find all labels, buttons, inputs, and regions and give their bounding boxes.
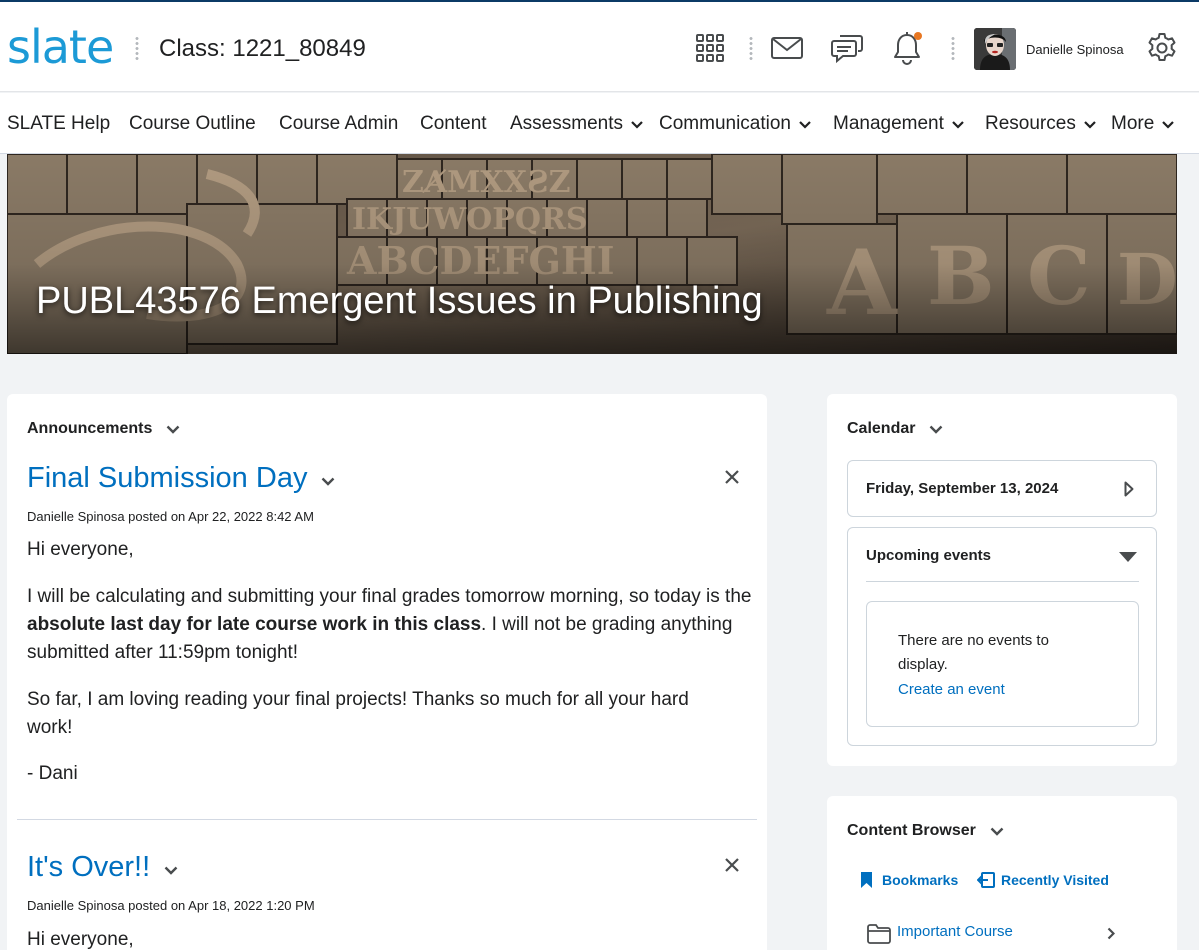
nav-item-content[interactable]: Content [420, 113, 487, 135]
content-module-label[interactable]: Important Course [897, 923, 1013, 940]
announcement-signoff: - Dani [27, 763, 78, 784]
announcement-title-link[interactable]: Final Submission Day [27, 462, 335, 495]
widget-title: Calendar [847, 420, 916, 437]
calendar-header[interactable]: Calendar [847, 420, 943, 438]
separator-dots [135, 36, 139, 62]
divider [866, 581, 1139, 582]
recently-visited-label: Recently Visited [1001, 872, 1109, 888]
notification-bell-icon[interactable] [887, 28, 927, 68]
folder-icon [867, 924, 891, 944]
selected-date: Friday, September 13, 2024 [866, 480, 1059, 497]
separator-dots [749, 36, 753, 62]
banner-image: ZA̸MXXƧZ IKJUWOPQRS ABCDEFGHI A B C D [7, 154, 1177, 354]
chevron-down-icon [952, 121, 964, 129]
create-event-link[interactable]: Create an event [898, 681, 1005, 698]
announcement-title-link[interactable]: It's Over!! [27, 851, 178, 884]
chevron-down-icon [799, 121, 811, 129]
separator-dots [951, 36, 955, 62]
announcement-title: Final Submission Day [27, 462, 308, 494]
nav-item-assessments[interactable]: Assessments [510, 113, 643, 135]
nav-item-label: Assessments [510, 113, 623, 134]
settings-gear-icon[interactable] [1142, 28, 1182, 68]
class-title: Class: 1221_80849 [159, 35, 366, 62]
caret-down-icon[interactable] [1119, 552, 1137, 562]
user-name[interactable]: Danielle Spinosa [1026, 42, 1124, 57]
bookmarks-label: Bookmarks [882, 872, 959, 888]
upcoming-events-heading[interactable]: Upcoming events [866, 547, 991, 564]
announcement-paragraph: So far, I am loving reading your final p… [27, 689, 689, 738]
nav-item-course-outline[interactable]: Course Outline [129, 113, 256, 135]
notification-dot [914, 32, 922, 40]
course-navbar: SLATE Help Course Outline Course Admin C… [0, 93, 1199, 154]
calendar-date-selector[interactable]: Friday, September 13, 2024 [847, 460, 1157, 517]
nav-item-management[interactable]: Management [833, 113, 964, 135]
widget-title: Announcements [27, 420, 153, 437]
nav-item-label: Content [420, 113, 487, 134]
bookmarks-tab[interactable]: Bookmarks [861, 872, 958, 888]
nav-item-label: Course Admin [279, 113, 399, 134]
chevron-down-icon [1084, 121, 1096, 129]
announcement-paragraph: I will be calculating and submitting you… [27, 583, 752, 667]
content-browser-widget: Content Browser Bookmarks Recently Visit… [827, 796, 1177, 950]
nav-item-label: SLATE Help [7, 113, 111, 134]
announcement-greeting: Hi everyone, [27, 539, 134, 560]
announcement-greeting: Hi everyone, [27, 929, 134, 950]
course-banner: ZA̸MXXƧZ IKJUWOPQRS ABCDEFGHI A B C D PU… [7, 154, 1177, 354]
announcement-body: Hi everyone, I will be calculating and s… [27, 536, 752, 788]
chevron-right-icon[interactable] [1107, 927, 1115, 940]
content-browser-header[interactable]: Content Browser [847, 822, 1004, 840]
announcement-divider [17, 819, 757, 820]
mail-icon[interactable] [767, 28, 807, 68]
chat-icon[interactable] [827, 28, 867, 68]
dismiss-close-icon[interactable] [721, 466, 743, 488]
course-title: PUBL43576 Emergent Issues in Publishing [36, 280, 763, 322]
course-selector-grid-icon[interactable] [690, 28, 730, 68]
recently-visited-icon [977, 872, 995, 888]
chevron-down-icon[interactable] [929, 425, 943, 434]
upcoming-events-panel: Upcoming events There are no events to d… [847, 527, 1157, 746]
chevron-down-icon [1162, 121, 1175, 129]
paragraph-bold-text: absolute last day for late course work i… [27, 614, 482, 635]
nav-item-label: Course Outline [129, 113, 256, 134]
content-module-item[interactable]: Important Course [867, 921, 1157, 950]
chevron-down-icon[interactable] [990, 827, 1004, 836]
chevron-down-icon [631, 121, 643, 129]
nav-item-communication[interactable]: Communication [659, 113, 811, 135]
nav-item-course-admin[interactable]: Course Admin [279, 113, 398, 135]
announcement-body: Hi everyone, [27, 926, 752, 950]
announcements-header[interactable]: Announcements [27, 420, 180, 438]
chevron-down-icon[interactable] [321, 477, 335, 486]
top-bar: slate Class: 1221_80849 Danielle Spinosa [0, 0, 1199, 92]
paragraph-text: I will be calculating and submitting you… [27, 586, 752, 607]
no-events-box: There are no events to display. Create a… [866, 601, 1139, 727]
nav-item-label: Resources [985, 113, 1076, 134]
nav-item-slate-help[interactable]: SLATE Help [7, 113, 110, 135]
announcements-widget: Announcements Final Submission Day Danie… [7, 394, 767, 950]
avatar[interactable] [974, 28, 1016, 70]
nav-item-label: Management [833, 113, 944, 134]
announcement-meta: Danielle Spinosa posted on Apr 18, 2022 … [27, 898, 315, 913]
nav-item-label: Communication [659, 113, 791, 134]
announcement-title: It's Over!! [27, 851, 151, 883]
nav-item-label: More [1111, 113, 1155, 134]
bookmark-icon [861, 872, 872, 888]
widget-title: Content Browser [847, 822, 976, 839]
chevron-down-icon[interactable] [166, 425, 180, 434]
slate-logo[interactable]: slate [7, 24, 114, 70]
no-events-message: There are no events to display. [898, 632, 1049, 673]
calendar-widget: Calendar Friday, September 13, 2024 Upco… [827, 394, 1177, 766]
dismiss-close-icon[interactable] [721, 854, 743, 876]
nav-item-resources[interactable]: Resources [985, 113, 1096, 135]
chevron-right-icon[interactable] [1124, 481, 1134, 497]
announcement-meta: Danielle Spinosa posted on Apr 22, 2022 … [27, 509, 314, 524]
recently-visited-tab[interactable]: Recently Visited [977, 872, 1109, 888]
chevron-down-icon[interactable] [164, 866, 178, 875]
nav-item-more[interactable]: More [1111, 113, 1175, 135]
